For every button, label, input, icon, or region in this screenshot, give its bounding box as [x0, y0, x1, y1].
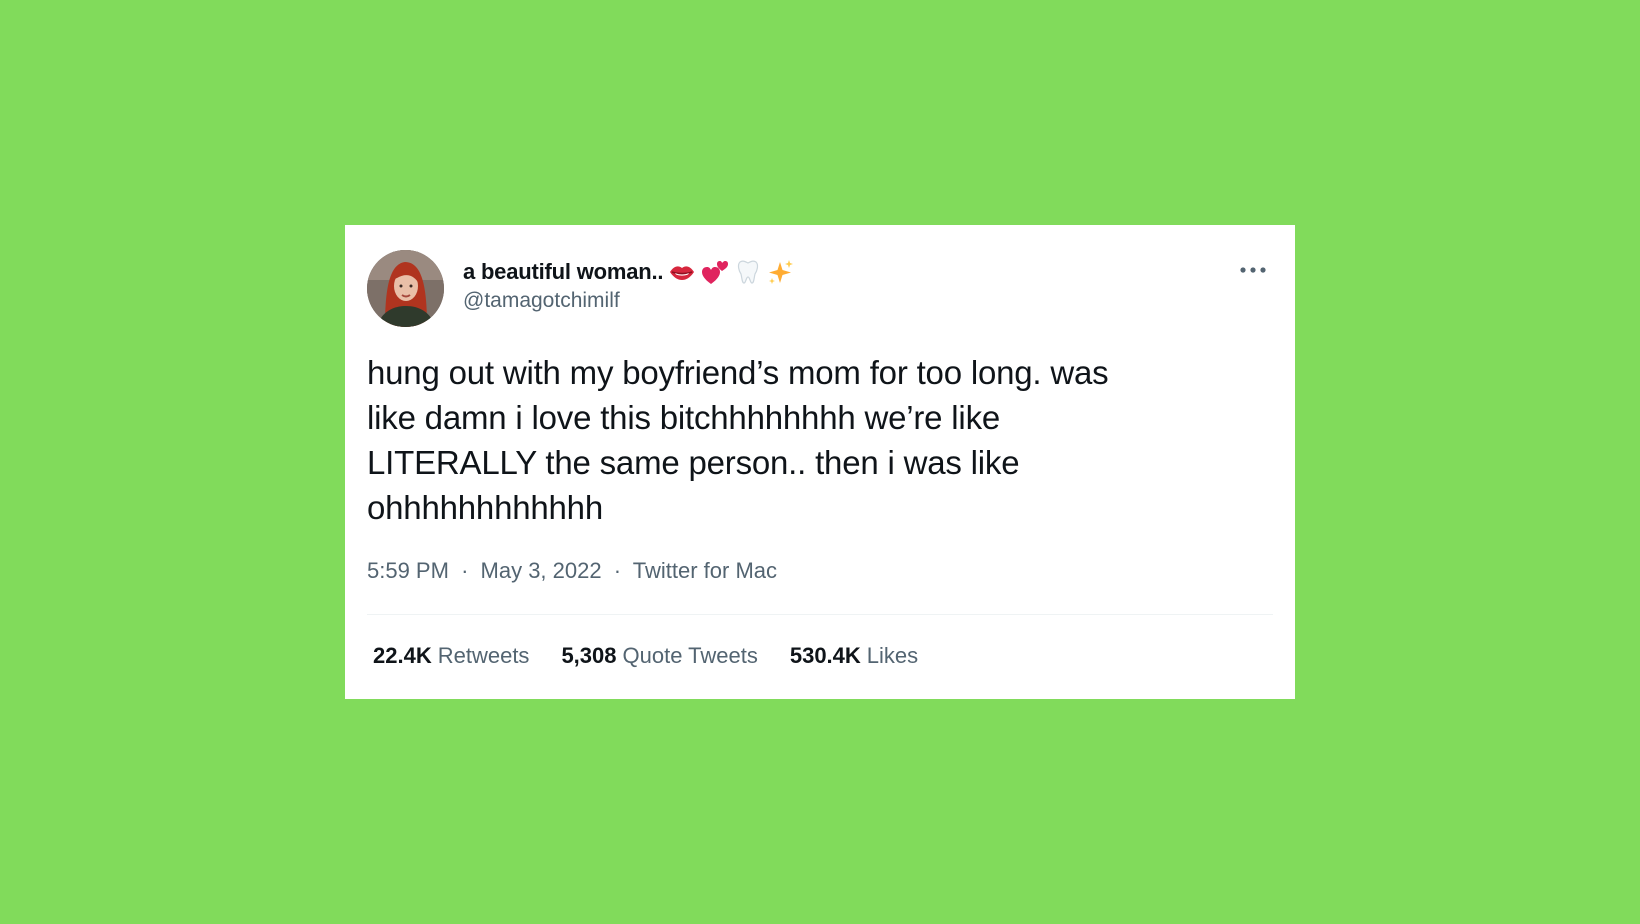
sparkles-icon [767, 258, 795, 286]
quote-tweets-label: Quote Tweets [622, 643, 758, 668]
more-horizontal-icon [1240, 267, 1266, 273]
two-hearts-icon [701, 258, 729, 286]
engagement-stats: 22.4K Retweets 5,308 Quote Tweets 530.4K Li… [373, 643, 950, 669]
quote-tweets-stat[interactable]: 5,308 Quote Tweets [561, 643, 757, 669]
user-handle[interactable]: @tamagotchimilf [463, 289, 620, 313]
display-name-row[interactable]: a beautiful woman.. [463, 257, 795, 287]
tweet-card: a beautiful woman.. @tamagotchimilf hung… [345, 225, 1295, 699]
tweet-source[interactable]: Twitter for Mac [633, 558, 777, 583]
display-name[interactable]: a beautiful woman.. [463, 259, 664, 285]
retweets-stat[interactable]: 22.4K Retweets [373, 643, 529, 669]
likes-label: Likes [866, 643, 919, 668]
likes-stat[interactable]: 530.4K Likes [790, 643, 918, 669]
retweets-label: Retweets [437, 643, 530, 668]
tweet-meta: 5:59 PM · May 3, 2022 · Twitter for Mac [367, 558, 777, 584]
divider [367, 614, 1273, 615]
retweets-count: 22.4K [373, 643, 432, 668]
tooth-icon [734, 258, 762, 286]
avatar[interactable] [367, 250, 444, 327]
meta-separator: · [613, 558, 622, 583]
tweet-time[interactable]: 5:59 PM [367, 558, 449, 583]
likes-count: 530.4K [789, 643, 861, 668]
tweet-text: hung out with my boyfriend’s mom for too… [367, 354, 1109, 526]
more-options-button[interactable] [1235, 255, 1271, 285]
tweet-date[interactable]: May 3, 2022 [481, 558, 602, 583]
quote-tweets-count: 5,308 [561, 643, 617, 668]
meta-separator: · [461, 558, 469, 583]
lips-icon [668, 258, 696, 286]
